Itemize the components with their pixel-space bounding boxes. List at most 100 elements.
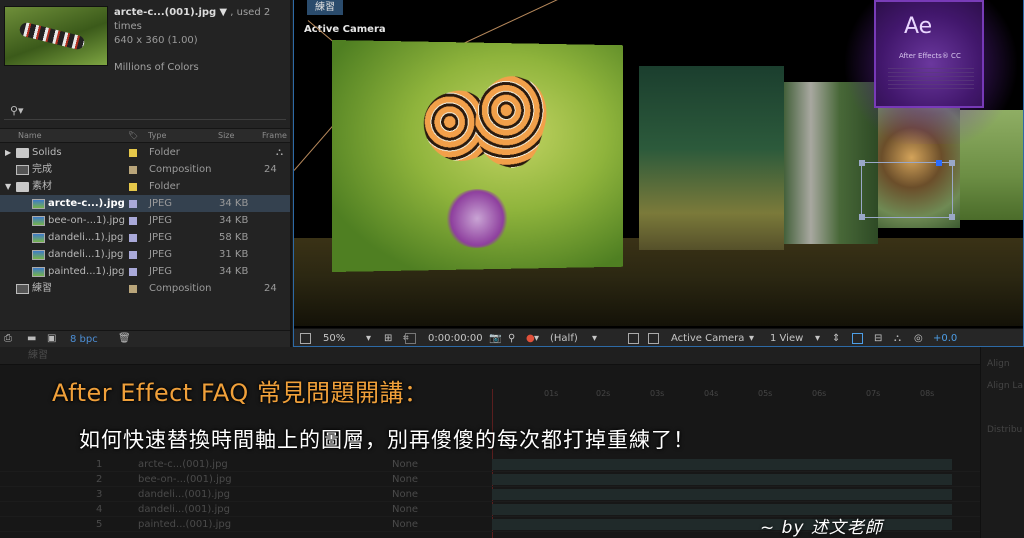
project-item-jpeg-arcte[interactable]: arcte-c...).jpg JPEG 34 KB <box>0 195 290 212</box>
layer-parent[interactable]: None <box>392 457 418 472</box>
label-swatch[interactable] <box>129 251 137 259</box>
collapse-arrow-icon[interactable]: ▼ <box>5 178 11 195</box>
composition-icon <box>16 284 29 294</box>
time-ruler[interactable]: 01s 02s 03s 04s 05s 06s 07s 08s <box>492 389 952 403</box>
item-type: Folder <box>149 181 180 192</box>
label-swatch[interactable] <box>129 166 137 174</box>
handle[interactable] <box>859 214 865 220</box>
layer-duration-bar[interactable] <box>492 504 952 515</box>
folder-icon <box>16 182 29 192</box>
item-name: dandeli...1).jpg <box>48 249 124 260</box>
handle[interactable] <box>949 160 955 166</box>
align-panel-title[interactable]: Align <box>987 359 1010 369</box>
exposure-value[interactable]: +0.0 <box>933 329 957 346</box>
project-item-comp-complete[interactable]: 完成 Composition 24 <box>0 161 290 178</box>
label-swatch[interactable] <box>129 285 137 293</box>
chevron-down-icon[interactable]: ▼ <box>219 7 227 18</box>
column-frame[interactable]: Frame <box>262 131 287 140</box>
flowchart-icon[interactable]: ⛬ <box>276 144 283 161</box>
layer-card-dandelion-1[interactable] <box>639 66 784 250</box>
new-folder-icon[interactable]: ▬ <box>27 333 36 344</box>
footage-thumbnail <box>4 6 108 66</box>
project-item-solids[interactable]: ▶ Solids Folder ⛬ <box>0 144 290 161</box>
layer-name: dandeli...(001).jpg <box>138 489 230 500</box>
layer-duration-bar[interactable] <box>492 489 952 500</box>
layer-parent[interactable]: None <box>392 517 418 532</box>
project-item-jpeg-painted[interactable]: painted...1).jpg JPEG 34 KB <box>0 263 290 280</box>
footage-colors: Millions of Colors <box>114 62 199 73</box>
project-footer: ⎙ ▬ ▣ 8 bpc 🗑 <box>0 330 290 347</box>
timeline-layer-row[interactable]: 1 arcte-c...(001).jpg None <box>0 457 980 472</box>
tab-timeline-practice[interactable]: 練習 <box>28 347 48 365</box>
label-swatch[interactable] <box>129 268 137 276</box>
resolution-dropdown[interactable]: (Half) <box>550 329 578 346</box>
anchor-point[interactable] <box>936 160 942 166</box>
interpret-footage-icon[interactable]: ⎙ <box>4 333 12 344</box>
column-name[interactable]: Name <box>18 131 42 140</box>
layer-parent[interactable]: None <box>392 472 418 487</box>
project-panel: arcte-c...(001).jpg ▼ , used 2 times 640… <box>0 0 292 347</box>
show-snapshot-icon[interactable]: ⚲ <box>508 329 515 346</box>
timeline-layer-row[interactable]: 3 dandeli...(001).jpg None <box>0 487 980 502</box>
footage-info: arcte-c...(001).jpg ▼ , used 2 times 640… <box>114 6 290 75</box>
camera-snapshot-icon[interactable]: 📷 <box>489 329 501 346</box>
item-size: 31 KB <box>219 249 249 260</box>
comp-flowchart-icon[interactable]: ⛬ <box>894 329 901 346</box>
bit-depth-button[interactable]: 8 bpc <box>70 334 98 345</box>
zoom-dropdown[interactable]: 50% <box>323 329 345 346</box>
transparency-grid-icon[interactable] <box>648 333 659 344</box>
layer-parent[interactable]: None <box>392 502 418 517</box>
handle[interactable] <box>949 214 955 220</box>
mask-visibility-icon[interactable] <box>405 333 416 344</box>
timecode[interactable]: 0:00:00:00 <box>428 329 483 346</box>
chevron-down-icon[interactable]: ▾ <box>592 329 597 346</box>
toggle-pixel-aspect-icon[interactable]: ⇕ <box>832 329 840 346</box>
splash-fine-print <box>888 68 974 92</box>
expand-arrow-icon[interactable]: ▶ <box>5 144 11 161</box>
project-search-input[interactable]: ⚲▾ <box>4 103 286 120</box>
column-type[interactable]: Type <box>148 131 166 140</box>
project-item-list: ▶ Solids Folder ⛬ 完成 Composition 24 ▼ 素材… <box>0 144 290 297</box>
layer-parent[interactable]: None <box>392 487 418 502</box>
image-file-icon <box>32 267 45 277</box>
handle[interactable] <box>859 160 865 166</box>
chevron-down-icon[interactable]: ▾ <box>815 329 820 346</box>
safe-zones-icon[interactable]: ⊞ <box>384 329 392 346</box>
chevron-down-icon[interactable]: ▾ <box>366 329 371 346</box>
composition-viewer: 練習 Active Camera Ae After Effects® CC 50… <box>293 0 1024 347</box>
trash-icon[interactable]: 🗑 <box>118 333 131 344</box>
project-item-comp-practice[interactable]: 練習 Composition 24 <box>0 280 290 297</box>
layer-duration-bar[interactable] <box>492 519 952 530</box>
project-item-jpeg-dandelion-1[interactable]: dandeli...1).jpg JPEG 58 KB <box>0 229 290 246</box>
fast-previews-icon[interactable] <box>852 333 863 344</box>
project-item-footage-folder[interactable]: ▼ 素材 Folder <box>0 178 290 195</box>
column-size[interactable]: Size <box>218 131 234 140</box>
label-swatch[interactable] <box>129 183 137 191</box>
new-composition-icon[interactable]: ▣ <box>47 333 56 344</box>
tab-composition[interactable]: 練習 <box>307 0 343 15</box>
region-of-interest-icon[interactable] <box>628 333 639 344</box>
view-layout-dropdown[interactable]: 1 View <box>770 329 803 346</box>
label-swatch[interactable] <box>129 217 137 225</box>
label-swatch[interactable] <box>129 234 137 242</box>
item-type: Folder <box>149 147 180 158</box>
layer-duration-bar[interactable] <box>492 474 952 485</box>
timeline-layer-row[interactable]: 2 bee-on-...(001).jpg None <box>0 472 980 487</box>
camera-view-dropdown[interactable]: Active Camera <box>671 329 744 346</box>
layer-transform-handles[interactable] <box>859 160 955 220</box>
label-column-icon[interactable]: 🏷 <box>128 131 138 140</box>
chevron-down-icon[interactable]: ▾ <box>749 329 754 346</box>
label-swatch[interactable] <box>129 149 137 157</box>
layer-duration-bar[interactable] <box>492 459 952 470</box>
project-item-jpeg-dandelion-2[interactable]: dandeli...1).jpg JPEG 31 KB <box>0 246 290 263</box>
project-item-jpeg-bee[interactable]: bee-on-...1).jpg JPEG 34 KB <box>0 212 290 229</box>
label-swatch[interactable] <box>129 200 137 208</box>
timeline-icon[interactable]: ⊟ <box>874 329 882 346</box>
layer-card-butterfly[interactable] <box>332 40 624 272</box>
magnify-icon[interactable] <box>300 333 311 344</box>
camera-label: Active Camera <box>304 24 386 35</box>
item-frame-rate: 24 <box>264 164 277 175</box>
layer-number: 2 <box>96 474 103 485</box>
chevron-down-icon[interactable]: ▾ <box>534 329 539 346</box>
reset-exposure-icon[interactable]: ◎ <box>914 329 923 346</box>
